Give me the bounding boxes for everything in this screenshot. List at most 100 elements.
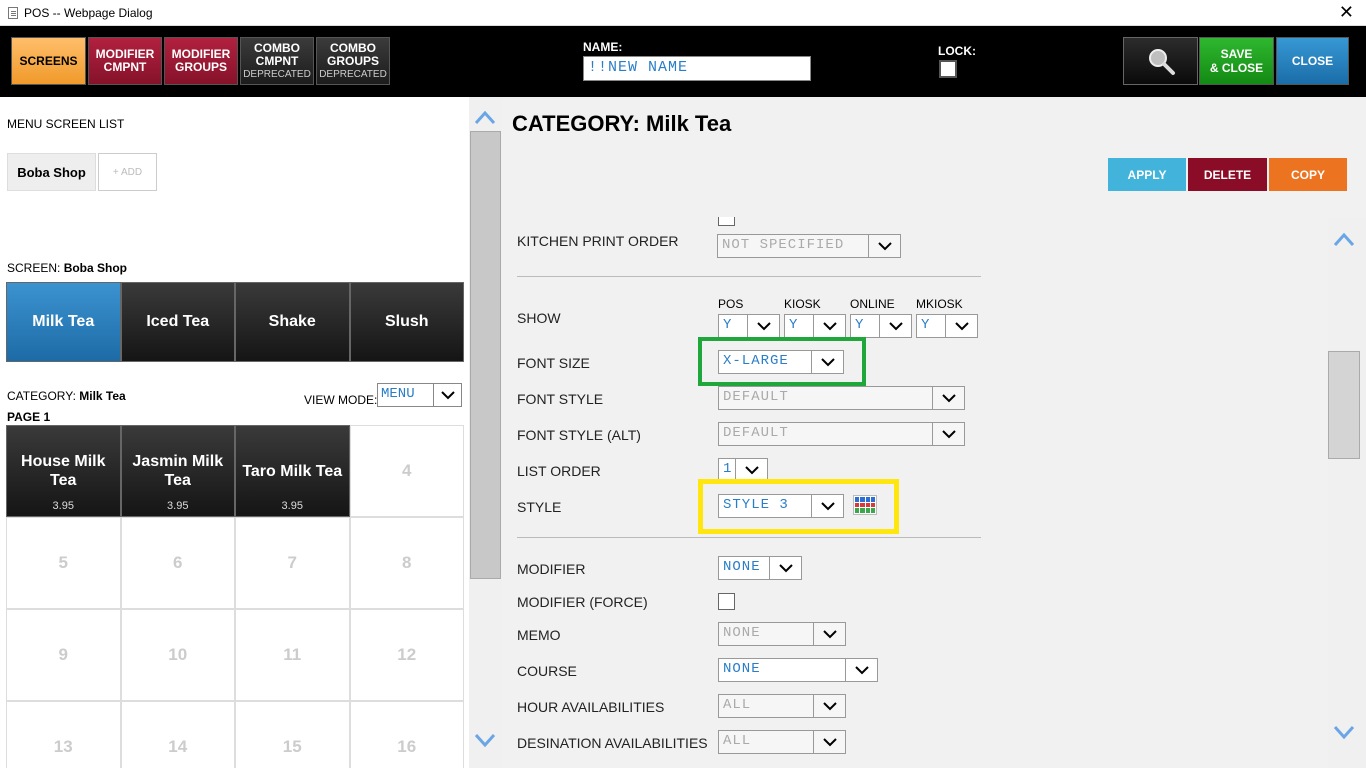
- search-button[interactable]: [1123, 37, 1198, 85]
- modifier-select[interactable]: NONE: [718, 556, 802, 580]
- delete-button[interactable]: DELETE: [1188, 158, 1267, 191]
- modifier-cmpnt-button[interactable]: MODIFIER CMPNT: [88, 37, 162, 85]
- view-mode-value: MENU: [381, 386, 415, 402]
- hour-availabilities-select[interactable]: ALL: [718, 694, 846, 718]
- document-icon: [8, 6, 18, 19]
- save-label-2: & CLOSE: [1209, 61, 1264, 75]
- left-scrollbar-thumb[interactable]: [470, 131, 501, 579]
- screen-label-prefix: SCREEN:: [7, 261, 61, 275]
- empty-cell[interactable]: 14: [120, 701, 235, 768]
- category-button-slush[interactable]: Slush: [349, 282, 464, 362]
- course-select[interactable]: NONE: [718, 658, 878, 682]
- font-style-select[interactable]: DEFAULT: [718, 386, 965, 410]
- item-button-jasmin-milk-tea[interactable]: Jasmin Milk Tea 3.95: [120, 425, 235, 517]
- chevron-down-icon: [932, 387, 964, 409]
- chevron-down-icon: [813, 315, 845, 337]
- chevron-down-icon: [932, 423, 964, 445]
- category-button-milk-tea[interactable]: Milk Tea: [6, 282, 121, 362]
- show-kiosk-select[interactable]: Y: [784, 314, 846, 338]
- scroll-up-icon[interactable]: [1333, 231, 1355, 247]
- memo-select[interactable]: NONE: [718, 622, 846, 646]
- item-button-taro-milk-tea[interactable]: Taro Milk Tea 3.95: [235, 425, 350, 517]
- empty-cell[interactable]: 12: [349, 609, 464, 701]
- empty-cell[interactable]: 9: [6, 609, 121, 701]
- apply-button[interactable]: APPLY: [1108, 158, 1186, 191]
- chevron-down-icon: [747, 315, 779, 337]
- chevron-down-icon: [868, 235, 900, 257]
- left-scrollbar[interactable]: [469, 97, 502, 768]
- window-titlebar: POS -- Webpage Dialog ✕: [0, 0, 1366, 26]
- destination-availabilities-select[interactable]: ALL: [718, 730, 846, 754]
- list-order-label: LIST ORDER: [517, 463, 601, 479]
- empty-cell[interactable]: 8: [349, 517, 464, 609]
- modifier-groups-button[interactable]: MODIFIER GROUPS: [164, 37, 238, 85]
- scroll-down-icon[interactable]: [1333, 725, 1355, 741]
- name-input[interactable]: !!NEW NAME: [583, 56, 811, 81]
- show-kiosk-value: Y: [789, 317, 799, 333]
- scroll-up-icon[interactable]: [474, 109, 496, 125]
- chevron-down-icon: [769, 557, 801, 579]
- lock-checkbox[interactable]: [939, 60, 957, 78]
- empty-cell[interactable]: 13: [6, 701, 121, 768]
- category-name: Milk Tea: [79, 389, 126, 403]
- empty-cell[interactable]: 4: [349, 425, 464, 517]
- modifier-value: NONE: [723, 559, 761, 575]
- close-button[interactable]: CLOSE: [1276, 37, 1349, 85]
- screen-name: Boba Shop: [63, 261, 128, 275]
- copy-button[interactable]: COPY: [1269, 158, 1347, 191]
- font-style-alt-value: DEFAULT: [723, 425, 789, 441]
- empty-cell[interactable]: 7: [235, 517, 350, 609]
- combo-cmpnt-deprecated: DEPRECATED: [243, 68, 311, 80]
- item-button-house-milk-tea[interactable]: House Milk Tea 3.95: [6, 425, 121, 517]
- save-close-button[interactable]: SAVE & CLOSE: [1199, 37, 1274, 85]
- combo-groups-deprecated: DEPRECATED: [319, 68, 387, 80]
- combo-groups-label-1: COMBO: [330, 40, 376, 55]
- font-style-label: FONT STYLE: [517, 391, 604, 407]
- hour-availabilities-label: HOUR AVAILABILITIES: [517, 699, 665, 715]
- list-order-value: 1: [723, 461, 733, 477]
- item-price: 3.95: [167, 500, 189, 512]
- modifier-groups-label-2: GROUPS: [174, 60, 227, 74]
- magnifier-icon: [1148, 49, 1175, 75]
- right-scrollbar-thumb[interactable]: [1328, 351, 1360, 459]
- category-form: KITCHEN PRINT ORDER NOT SPECIFIED POS KI…: [502, 217, 1328, 768]
- screen-tab-boba-shop[interactable]: Boba Shop: [7, 153, 96, 191]
- category-title: CATEGORY: Milk Tea: [512, 111, 732, 136]
- kitchen-print-order-label: KITCHEN PRINT ORDER: [517, 233, 679, 249]
- toolbar: SCREENS MODIFIER CMPNT MODIFIER GROUPS C…: [0, 26, 1366, 97]
- empty-cell[interactable]: 6: [120, 517, 235, 609]
- empty-cell[interactable]: 15: [235, 701, 350, 768]
- combo-cmpnt-label-2: CMPNT: [255, 53, 299, 68]
- chevron-down-icon: [813, 623, 845, 645]
- empty-cell[interactable]: 16: [349, 701, 464, 768]
- empty-cell[interactable]: 11: [235, 609, 350, 701]
- modifier-force-checkbox[interactable]: [718, 593, 735, 610]
- item-price: 3.95: [52, 500, 74, 512]
- category-button-iced-tea[interactable]: Iced Tea: [120, 282, 235, 362]
- show-mkiosk-select[interactable]: Y: [916, 314, 978, 338]
- empty-cell[interactable]: 10: [120, 609, 235, 701]
- add-screen-button[interactable]: + ADD: [98, 153, 157, 191]
- screens-button[interactable]: SCREENS: [11, 37, 86, 85]
- category-label-prefix: CATEGORY:: [7, 389, 76, 403]
- show-online-select[interactable]: Y: [850, 314, 912, 338]
- combo-cmpnt-button[interactable]: COMBO CMPNT DEPRECATED: [240, 37, 314, 85]
- item-grid: House Milk Tea 3.95 Jasmin Milk Tea 3.95…: [6, 425, 464, 768]
- chevron-down-icon: [813, 731, 845, 753]
- view-mode-select[interactable]: MENU: [377, 383, 462, 407]
- combo-groups-button[interactable]: COMBO GROUPS DEPRECATED: [316, 37, 390, 85]
- window-close-icon[interactable]: ✕: [1339, 3, 1354, 21]
- empty-cell[interactable]: 5: [6, 517, 121, 609]
- show-pos-select[interactable]: Y: [718, 314, 780, 338]
- category-button-shake[interactable]: Shake: [235, 282, 350, 362]
- right-scrollbar[interactable]: [1328, 217, 1366, 768]
- scroll-down-icon[interactable]: [474, 733, 496, 749]
- item-name: Jasmin Milk Tea: [132, 453, 224, 489]
- kitchen-print-order-select[interactable]: NOT SPECIFIED: [717, 234, 901, 258]
- font-style-alt-label: FONT STYLE (ALT): [517, 427, 641, 443]
- modifier-label: MODIFIER: [517, 561, 586, 577]
- clipped-checkbox[interactable]: [718, 217, 735, 226]
- item-name: House Milk Tea: [21, 453, 106, 489]
- font-style-alt-select[interactable]: DEFAULT: [718, 422, 965, 446]
- divider: [517, 276, 981, 277]
